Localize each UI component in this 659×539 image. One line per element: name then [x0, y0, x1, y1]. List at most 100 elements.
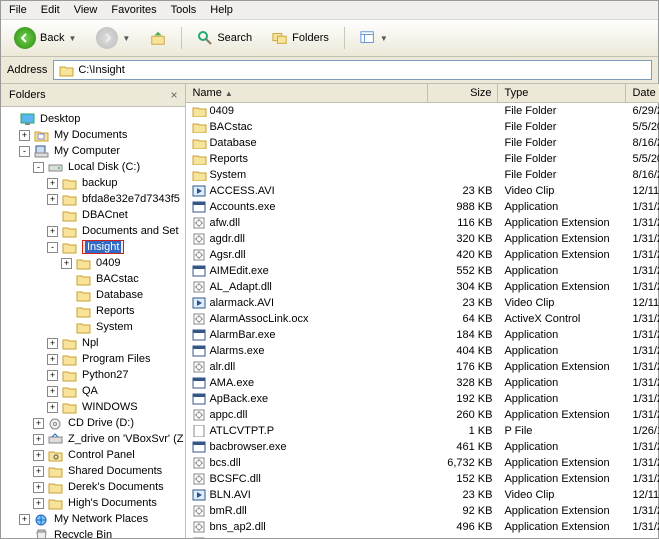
back-button[interactable]: Back ▼: [7, 24, 83, 52]
file-row[interactable]: SystemFile Folder8/16/2021 11:19 AM: [186, 167, 659, 183]
tree-item[interactable]: +Control Panel: [3, 447, 183, 463]
file-row[interactable]: BCSFC.dll152 KBApplication Extension1/31…: [186, 471, 659, 487]
back-dropdown-icon[interactable]: ▼: [68, 34, 76, 43]
menu-view[interactable]: View: [74, 4, 98, 16]
file-row[interactable]: bcs.dll6,732 KBApplication Extension1/31…: [186, 455, 659, 471]
file-row[interactable]: Agsr.dll420 KBApplication Extension1/31/…: [186, 247, 659, 263]
file-row[interactable]: alarmack.AVI23 KBVideo Clip12/11/2002 1:…: [186, 295, 659, 311]
tree-item[interactable]: Reports: [3, 303, 183, 319]
file-row[interactable]: bacbrowser.exe461 KBApplication1/31/2007…: [186, 439, 659, 455]
tree-item[interactable]: +WINDOWS: [3, 399, 183, 415]
tree-item[interactable]: -Insight: [3, 239, 183, 255]
file-row[interactable]: ATLCVTPT.P1 KBP File1/26/1997 9:00 PM: [186, 423, 659, 439]
col-type[interactable]: Type: [498, 84, 626, 102]
tree-item[interactable]: +Z_drive on 'VBoxSvr' (Z: [3, 431, 183, 447]
tree-item[interactable]: +CD Drive (D:): [3, 415, 183, 431]
expand-toggle[interactable]: +: [47, 338, 58, 349]
tree-item[interactable]: +Npl: [3, 335, 183, 351]
tree-item[interactable]: +High's Documents: [3, 495, 183, 511]
file-row[interactable]: agdr.dll320 KBApplication Extension1/31/…: [186, 231, 659, 247]
expand-toggle[interactable]: +: [47, 354, 58, 365]
expand-toggle[interactable]: +: [47, 386, 58, 397]
tree-item[interactable]: Desktop: [3, 111, 183, 127]
file-row[interactable]: ApBack.exe192 KBApplication1/31/2007 3:1…: [186, 391, 659, 407]
expand-toggle[interactable]: +: [33, 482, 44, 493]
tree-item[interactable]: +Derek's Documents: [3, 479, 183, 495]
menu-tools[interactable]: Tools: [171, 4, 197, 16]
expand-toggle[interactable]: +: [19, 514, 30, 525]
file-row[interactable]: bmR.dll92 KBApplication Extension1/31/20…: [186, 503, 659, 519]
tree-item[interactable]: +bfda8e32e7d7343f5: [3, 191, 183, 207]
expand-toggle[interactable]: +: [47, 402, 58, 413]
tree-item[interactable]: +Program Files: [3, 351, 183, 367]
file-row[interactable]: AlarmAssocLink.ocx64 KBActiveX Control1/…: [186, 311, 659, 327]
file-row[interactable]: alr.dll176 KBApplication Extension1/31/2…: [186, 359, 659, 375]
menu-edit[interactable]: Edit: [41, 4, 60, 16]
tree-item[interactable]: Database: [3, 287, 183, 303]
up-button[interactable]: [143, 27, 173, 49]
address-input[interactable]: C:\Insight: [53, 60, 652, 80]
col-size[interactable]: Size: [428, 84, 498, 102]
tree-item[interactable]: +Shared Documents: [3, 463, 183, 479]
folder-tree[interactable]: Desktop+My Documents-My Computer-Local D…: [1, 107, 185, 538]
col-name[interactable]: Name ▲: [186, 84, 428, 102]
collapse-toggle[interactable]: -: [19, 146, 30, 157]
folders-button[interactable]: Folders: [265, 27, 336, 49]
forward-button[interactable]: ▼: [89, 24, 137, 52]
expand-toggle[interactable]: +: [33, 466, 44, 477]
tree-item[interactable]: BACstac: [3, 271, 183, 287]
expand-toggle[interactable]: +: [33, 450, 44, 461]
tree-item[interactable]: +QA: [3, 383, 183, 399]
file-row[interactable]: AIMEdit.exe552 KBApplication1/31/2007 3:…: [186, 263, 659, 279]
file-row[interactable]: 0409File Folder6/29/2021 10:36 AM: [186, 103, 659, 119]
expand-toggle[interactable]: +: [47, 370, 58, 381]
file-row[interactable]: BACstacFile Folder5/5/2021 12:26 PM: [186, 119, 659, 135]
file-row[interactable]: bns_ap2.dll496 KBApplication Extension1/…: [186, 519, 659, 535]
file-row[interactable]: ReportsFile Folder5/5/2021 12:26 PM: [186, 151, 659, 167]
file-row[interactable]: AL_Adapt.dll304 KBApplication Extension1…: [186, 279, 659, 295]
tree-item[interactable]: DBACnet: [3, 207, 183, 223]
expand-toggle[interactable]: +: [47, 178, 58, 189]
tree-item[interactable]: +0409: [3, 255, 183, 271]
file-row[interactable]: BLN.AVI23 KBVideo Clip12/11/2002 1:09 PM: [186, 487, 659, 503]
file-row[interactable]: DatabaseFile Folder8/16/2021 11:41 AM: [186, 135, 659, 151]
tree-item[interactable]: +Python27: [3, 367, 183, 383]
expand-toggle[interactable]: +: [47, 194, 58, 205]
expand-toggle[interactable]: +: [33, 418, 44, 429]
col-date[interactable]: Date Modified: [626, 84, 659, 102]
tree-item[interactable]: +My Documents: [3, 127, 183, 143]
file-name: Agsr.dll: [209, 249, 245, 261]
expand-toggle[interactable]: +: [61, 258, 72, 269]
collapse-toggle[interactable]: -: [47, 242, 58, 253]
tree-item[interactable]: Recycle Bin: [3, 527, 183, 538]
menu-help[interactable]: Help: [210, 4, 233, 16]
collapse-toggle[interactable]: -: [33, 162, 44, 173]
expand-toggle[interactable]: +: [33, 434, 44, 445]
expand-toggle[interactable]: +: [19, 130, 30, 141]
file-row[interactable]: ACCESS.AVI23 KBVideo Clip12/11/2002 1:07…: [186, 183, 659, 199]
menu-favorites[interactable]: Favorites: [111, 4, 156, 16]
tree-item[interactable]: -Local Disk (C:): [3, 159, 183, 175]
views-button[interactable]: ▼: [353, 27, 395, 49]
file-row[interactable]: appc.dll260 KBApplication Extension1/31/…: [186, 407, 659, 423]
file-row[interactable]: afw.dll116 KBApplication Extension1/31/2…: [186, 215, 659, 231]
file-row[interactable]: Alarms.exe404 KBApplication1/31/2007 3:1…: [186, 343, 659, 359]
tree-item[interactable]: -My Computer: [3, 143, 183, 159]
file-row[interactable]: bns_p2.dll120 KBApplication Extension1/3…: [186, 535, 659, 538]
forward-dropdown-icon[interactable]: ▼: [122, 34, 130, 43]
tree-item[interactable]: +Documents and Set: [3, 223, 183, 239]
expand-toggle[interactable]: +: [33, 498, 44, 509]
tree-item[interactable]: +My Network Places: [3, 511, 183, 527]
tree-item[interactable]: System: [3, 319, 183, 335]
file-row[interactable]: Accounts.exe988 KBApplication1/31/2007 3…: [186, 199, 659, 215]
file-row[interactable]: AlarmBar.exe184 KBApplication1/31/2007 3…: [186, 327, 659, 343]
file-list[interactable]: 0409File Folder6/29/2021 10:36 AMBACstac…: [186, 103, 659, 538]
tree-item[interactable]: +backup: [3, 175, 183, 191]
views-icon: [360, 30, 376, 46]
search-button[interactable]: Search: [190, 27, 259, 49]
menu-file[interactable]: File: [9, 4, 27, 16]
close-panel-button[interactable]: ×: [170, 88, 177, 102]
expand-toggle[interactable]: +: [47, 226, 58, 237]
views-dropdown-icon[interactable]: ▼: [380, 34, 388, 43]
file-row[interactable]: AMA.exe328 KBApplication1/31/2007 3:45 A…: [186, 375, 659, 391]
